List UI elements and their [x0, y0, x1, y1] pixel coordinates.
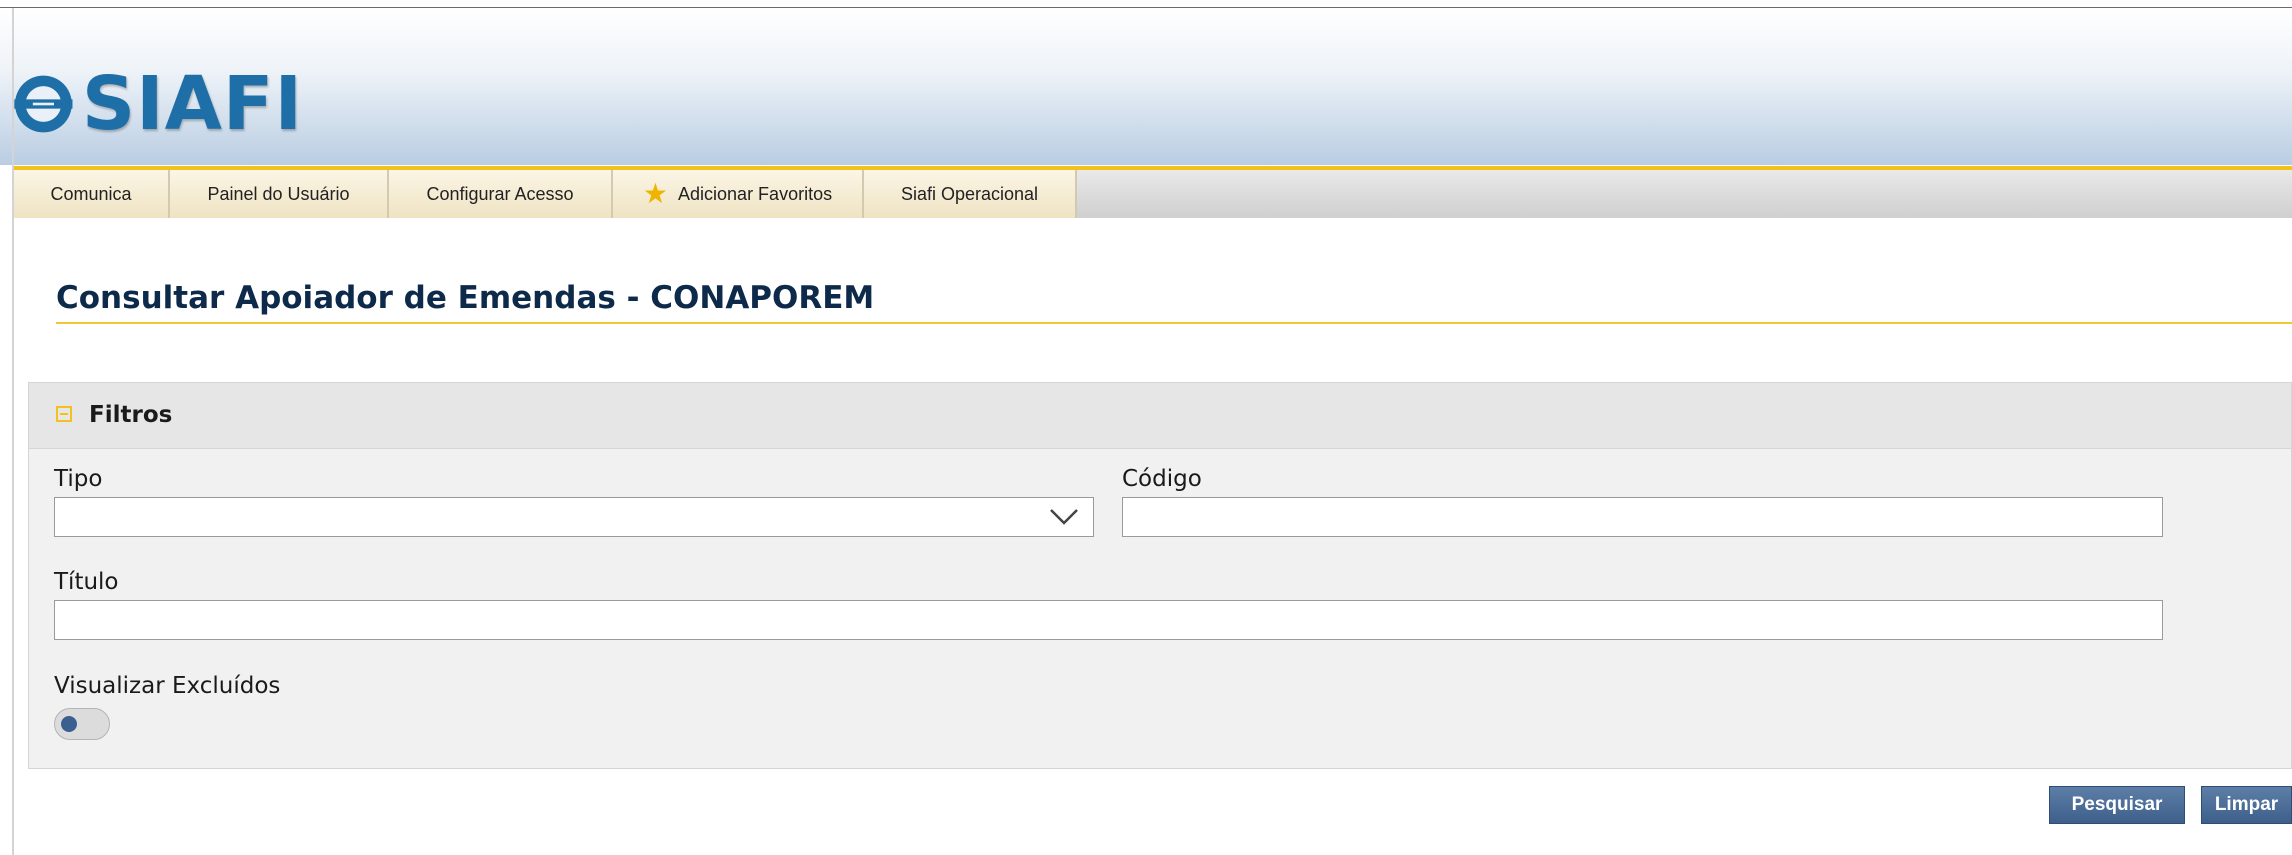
chevron-down-icon [1050, 509, 1078, 525]
siafi-logo-icon [14, 75, 73, 132]
codigo-input[interactable] [1122, 497, 2163, 537]
filters-title: Filtros [89, 402, 173, 428]
visualizar-excluidos-label: Visualizar Excluídos [54, 673, 281, 699]
tipo-select[interactable] [54, 497, 1094, 537]
titulo-label: Título [54, 569, 119, 595]
menu-item-siafi-operacional[interactable]: Siafi Operacional [864, 170, 1077, 218]
titulo-input[interactable] [54, 600, 2163, 640]
logo-text: SIAFI [81, 60, 303, 147]
collapse-icon[interactable] [56, 406, 72, 422]
menu-item-adicionar-favoritos[interactable]: ★ Adicionar Favoritos [613, 170, 864, 218]
search-button[interactable]: Pesquisar [2049, 786, 2185, 824]
menu-item-painel-usuario[interactable]: Painel do Usuário [170, 170, 389, 218]
menu-item-comunica[interactable]: Comunica [14, 170, 170, 218]
title-divider [56, 322, 2292, 324]
page: SIAFI Comunica Painel do Usuário Configu… [0, 0, 2292, 855]
visualizar-excluidos-toggle[interactable] [54, 708, 110, 740]
star-icon: ★ [642, 178, 669, 209]
left-border [12, 8, 14, 855]
filters-panel: Filtros [28, 382, 2292, 769]
toggle-knob [61, 716, 77, 732]
page-title: Consultar Apoiador de Emendas - CONAPORE… [56, 280, 875, 316]
clear-button[interactable]: Limpar [2201, 786, 2292, 824]
menu-item-label: Painel do Usuário [207, 183, 350, 204]
tipo-label: Tipo [54, 466, 103, 492]
menu-item-configurar-acesso[interactable]: Configurar Acesso [389, 170, 613, 218]
menu-item-label: Comunica [50, 183, 132, 204]
codigo-label: Código [1122, 466, 1202, 492]
menu-item-label: Configurar Acesso [426, 183, 574, 204]
header: SIAFI [0, 8, 2292, 165]
siafi-logo[interactable]: SIAFI [13, 56, 303, 151]
menu-bar: Comunica Painel do Usuário Configurar Ac… [14, 166, 2292, 218]
menu-item-label: Adicionar Favoritos [678, 183, 833, 204]
menu-item-label: Siafi Operacional [900, 183, 1039, 204]
filters-panel-header[interactable]: Filtros [29, 383, 2291, 449]
